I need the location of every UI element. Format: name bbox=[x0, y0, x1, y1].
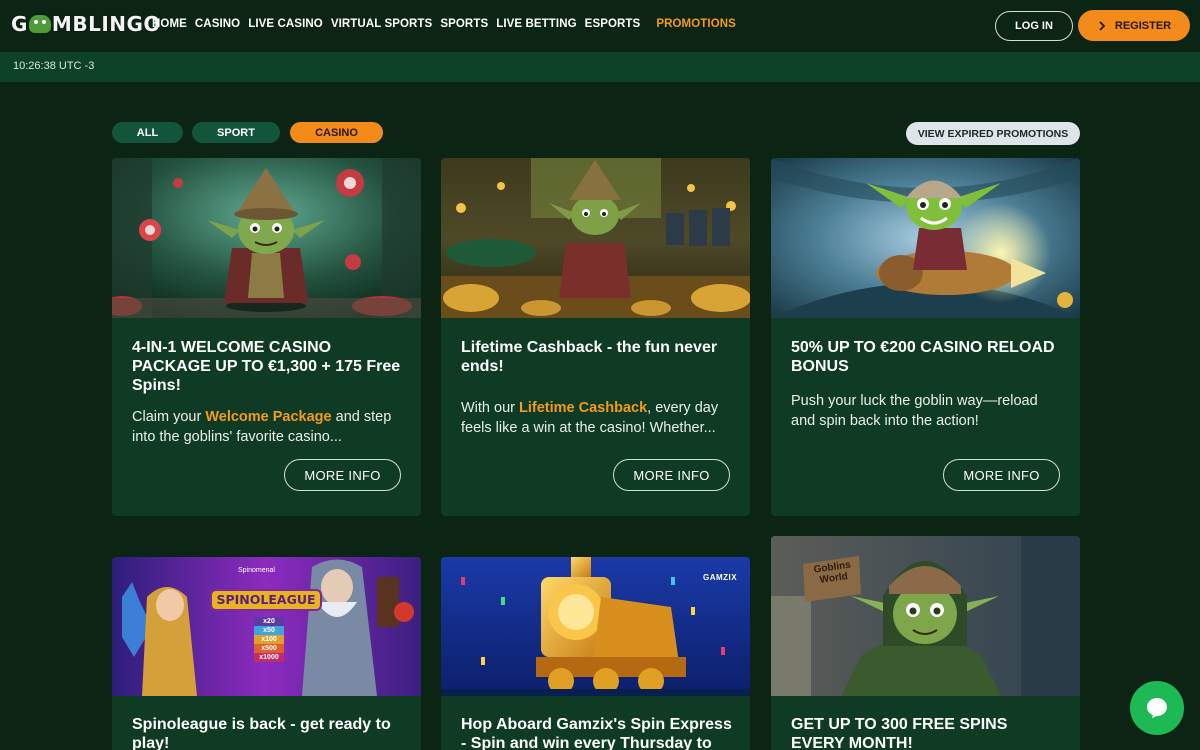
gamzix-brand: GAMZIX bbox=[703, 573, 738, 582]
clock-text: 10:26:38 UTC -3 bbox=[13, 60, 95, 72]
login-button[interactable]: LOG IN bbox=[995, 11, 1073, 41]
nav-live-casino[interactable]: LIVE CASINO bbox=[248, 18, 323, 30]
more-info-button[interactable]: MORE INFO bbox=[284, 459, 401, 491]
spinomenal-brand: Spinomenal bbox=[238, 567, 275, 574]
promo-title: Hop Aboard Gamzix's Spin Express - Spin … bbox=[461, 716, 732, 750]
nav-virtual-sports[interactable]: VIRTUAL SPORTS bbox=[331, 18, 433, 30]
filter-sport-button[interactable]: SPORT bbox=[192, 122, 280, 143]
spinoleague-logo: SPINOLEAGUE bbox=[210, 589, 322, 611]
promo-title: 4-IN-1 WELCOME CASINO PACKAGE UP TO €1,3… bbox=[132, 339, 401, 394]
promo-title: 50% UP TO €200 CASINO RELOAD BONUS bbox=[791, 339, 1055, 375]
promo-card: SPINOLEAGUE Spinomenal x20 x50 x100 x500… bbox=[112, 557, 421, 750]
promo-image-spinoleague[interactable]: SPINOLEAGUE Spinomenal x20 x50 x100 x500… bbox=[112, 557, 421, 696]
promo-title: Lifetime Cashback - the fun never ends! bbox=[461, 339, 718, 375]
promo-title: Spinoleague is back - get ready to play! bbox=[132, 716, 391, 750]
nav-sports[interactable]: SPORTS bbox=[440, 18, 488, 30]
promo-card: Goblins World GET UP TO 300 FREE SPINS E… bbox=[771, 536, 1080, 750]
view-expired-promotions-button[interactable]: VIEW EXPIRED PROMOTIONS bbox=[906, 122, 1080, 145]
promo-description: With our Lifetime Cashback, every day fe… bbox=[461, 400, 719, 436]
more-info-button[interactable]: MORE INFO bbox=[613, 459, 730, 491]
multiplier-ladder: x20 x50 x100 x500 x1000 bbox=[254, 617, 284, 662]
site-logo[interactable]: G MBLINGO bbox=[11, 12, 161, 36]
filter-casino-button[interactable]: CASINO bbox=[290, 122, 383, 143]
nav-esports[interactable]: ESPORTS bbox=[585, 18, 641, 30]
chat-bubble-icon bbox=[1147, 698, 1167, 718]
clock-bar bbox=[0, 52, 1200, 82]
nav-live-betting[interactable]: LIVE BETTING bbox=[496, 18, 576, 30]
nav-casino[interactable]: CASINO bbox=[195, 18, 240, 30]
promo-image-reload[interactable] bbox=[771, 158, 1080, 318]
filter-all-button[interactable]: ALL bbox=[112, 122, 183, 143]
promo-description: Push your luck the goblin way—reload and… bbox=[791, 393, 1038, 429]
promo-title: GET UP TO 300 FREE SPINS EVERY MONTH! bbox=[791, 716, 1008, 750]
promo-card: 50% UP TO €200 CASINO RELOAD BONUS Push … bbox=[771, 158, 1080, 516]
promo-description: Claim your Welcome Package and step into… bbox=[132, 409, 392, 445]
top-navigation-bar: G MBLINGO HOME CASINO LIVE CASINO VIRTUAL… bbox=[0, 0, 1200, 52]
goblin-face-icon bbox=[28, 15, 51, 33]
promo-card: Lifetime Cashback - the fun never ends! … bbox=[441, 158, 750, 516]
promo-card: 4-IN-1 WELCOME CASINO PACKAGE UP TO €1,3… bbox=[112, 158, 421, 516]
register-button[interactable]: REGISTER bbox=[1078, 10, 1190, 41]
register-label: REGISTER bbox=[1114, 19, 1172, 32]
nav-home[interactable]: HOME bbox=[152, 18, 187, 30]
chevron-right-icon bbox=[1099, 20, 1106, 31]
promo-image-goblin-casino[interactable] bbox=[112, 158, 421, 318]
more-info-button[interactable]: MORE INFO bbox=[943, 459, 1060, 491]
live-chat-button[interactable] bbox=[1130, 681, 1184, 735]
promo-image-free-spins[interactable]: Goblins World bbox=[771, 536, 1080, 696]
promo-card: GAMZIX Hop Aboard Gamzix's Spin Express … bbox=[441, 557, 750, 750]
main-nav: HOME CASINO LIVE CASINO VIRTUAL SPORTS S… bbox=[152, 18, 736, 30]
promo-image-cashback[interactable] bbox=[441, 158, 750, 318]
promo-image-spin-express[interactable]: GAMZIX bbox=[441, 557, 750, 696]
nav-promotions[interactable]: PROMOTIONS bbox=[656, 18, 736, 30]
